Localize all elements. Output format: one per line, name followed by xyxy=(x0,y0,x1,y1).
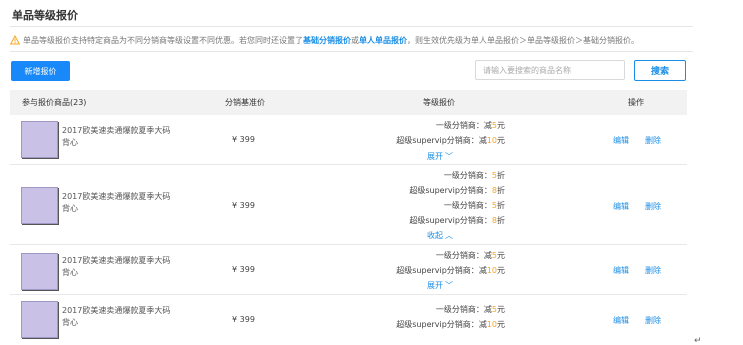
product-name[interactable]: 2017欧美速卖通爆款夏季大码背心 xyxy=(62,125,172,149)
tier-price-list: 一级分销商：减5元 超级supervip分销商：减10元 xyxy=(335,248,505,278)
notice-text-3: ，则生效优先级为单人单品报价＞单品等级报价＞基础分销报价。 xyxy=(407,35,639,45)
single-person-price-link[interactable]: 单人单品报价 xyxy=(359,35,407,46)
product-search-input[interactable] xyxy=(475,60,625,80)
chevron-down-icon: ﹀ xyxy=(445,152,453,161)
product-thumbnail[interactable] xyxy=(21,187,58,224)
edit-button[interactable]: 编辑 xyxy=(613,201,629,212)
header-actions: 操作 xyxy=(628,98,644,107)
notice-text-2: 或 xyxy=(351,35,359,45)
title-divider xyxy=(10,26,693,27)
tier-line: 一级分销商：5折 xyxy=(443,201,505,210)
notice-bar: 单品等级报价支持特定商品为不同分销商等级设置不同优惠。若您同时还设置了 基础分销… xyxy=(10,33,700,47)
product-name[interactable]: 2017欧美速卖通爆款夏季大码背心 xyxy=(62,191,172,215)
tier-line: 超级supervip分销商：8折 xyxy=(409,216,505,225)
tier-line: 一级分销商：减5元 xyxy=(435,251,505,260)
tier-line: 一级分销商：减5元 xyxy=(435,121,505,130)
edit-button[interactable]: 编辑 xyxy=(613,135,629,146)
product-thumbnail[interactable] xyxy=(21,253,58,290)
base-price: ¥ 399 xyxy=(232,201,255,210)
tier-line: 一级分销商：5折 xyxy=(443,171,505,180)
base-price: ¥ 399 xyxy=(232,315,255,324)
base-price: ¥ 399 xyxy=(232,135,255,144)
header-tier-price: 等级报价 xyxy=(423,98,455,107)
delete-button[interactable]: 删除 xyxy=(645,265,661,276)
tier-line: 超级supervip分销商：减10元 xyxy=(396,320,505,329)
tier-line: 超级supervip分销商：8折 xyxy=(409,186,505,195)
chevron-down-icon: ﹀ xyxy=(445,281,453,290)
chevron-up-icon: ︿ xyxy=(445,231,453,240)
tier-line: 一级分销商：减5元 xyxy=(435,305,505,314)
notice-text-1: 单品等级报价支持特定商品为不同分销商等级设置不同优惠。若您同时还设置了 xyxy=(23,35,303,45)
product-name[interactable]: 2017欧美速卖通爆款夏季大码背心 xyxy=(62,305,172,329)
delete-button[interactable]: 删除 xyxy=(645,315,661,326)
tier-price-list: 一级分销商：减5元 超级supervip分销商：减10元 xyxy=(335,302,505,332)
collapse-toggle[interactable]: 收起 ︿ xyxy=(410,230,470,241)
edit-button[interactable]: 编辑 xyxy=(613,265,629,276)
return-mark: ↵ xyxy=(694,336,702,345)
header-base-price: 分销基准价 xyxy=(225,98,265,107)
tier-line: 超级supervip分销商：减10元 xyxy=(396,266,505,275)
notice-divider xyxy=(10,51,693,52)
header-product: 参与报价商品(23) xyxy=(22,98,87,107)
expand-toggle[interactable]: 展开 ﹀ xyxy=(410,151,470,162)
product-thumbnail[interactable] xyxy=(21,301,58,338)
delete-button[interactable]: 删除 xyxy=(645,201,661,212)
new-quote-button[interactable]: 新增报价 xyxy=(11,61,70,81)
page-title: 单品等级报价 xyxy=(12,9,78,22)
table-header: 参与报价商品(23) 分销基准价 等级报价 操作 xyxy=(10,90,687,115)
base-distribution-price-link[interactable]: 基础分销报价 xyxy=(303,35,351,46)
tier-price-list: 一级分销商：5折 超级supervip分销商：8折 一级分销商：5折 超级sup… xyxy=(335,168,505,228)
tier-line: 超级supervip分销商：减10元 xyxy=(396,136,505,145)
warning-icon xyxy=(10,35,20,45)
product-name[interactable]: 2017欧美速卖通爆款夏季大码背心 xyxy=(62,255,172,279)
tier-price-list: 一级分销商：减5元 超级supervip分销商：减10元 xyxy=(335,118,505,148)
delete-button[interactable]: 删除 xyxy=(645,135,661,146)
edit-button[interactable]: 编辑 xyxy=(613,315,629,326)
expand-toggle[interactable]: 展开 ﹀ xyxy=(410,280,470,291)
table-row: 2017欧美速卖通爆款夏季大码背心 ¥ 399 一级分销商：5折 超级super… xyxy=(10,165,687,245)
search-button[interactable]: 搜索 xyxy=(634,60,686,81)
table-row: 2017欧美速卖通爆款夏季大码背心 ¥ 399 一级分销商：减5元 超级supe… xyxy=(10,245,687,295)
table-row: 2017欧美速卖通爆款夏季大码背心 ¥ 399 一级分销商：减5元 超级supe… xyxy=(10,115,687,165)
base-price: ¥ 399 xyxy=(232,265,255,274)
table-row: 2017欧美速卖通爆款夏季大码背心 ¥ 399 一级分销商：减5元 超级supe… xyxy=(10,295,687,341)
product-thumbnail[interactable] xyxy=(21,121,58,158)
